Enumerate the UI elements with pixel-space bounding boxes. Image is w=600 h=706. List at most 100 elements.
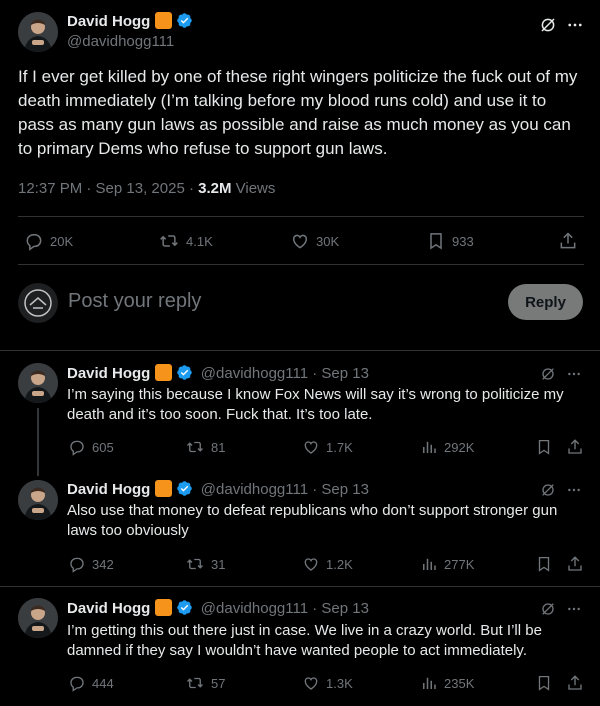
- handle-date[interactable]: @davidhogg111 · Sep 13: [201, 481, 369, 498]
- verified-icon: [177, 13, 193, 28]
- views-count: 277K: [444, 556, 475, 572]
- thread-line: [37, 408, 39, 476]
- views-label: Views: [231, 180, 276, 197]
- author-name[interactable]: David Hogg: [67, 365, 150, 382]
- badge-icon: [155, 480, 173, 497]
- bookmark-icon: [538, 556, 550, 572]
- more-icon[interactable]: [564, 364, 584, 384]
- share-icon: [568, 439, 582, 454]
- verified-icon: [177, 600, 193, 615]
- reply-button[interactable]: 444: [68, 674, 114, 692]
- reply-icon: [70, 557, 84, 573]
- grok-icon[interactable]: [537, 14, 559, 36]
- like-icon: [304, 677, 318, 690]
- reply-icon: [70, 676, 84, 692]
- share-button[interactable]: [566, 555, 584, 573]
- reply-button[interactable]: 20K: [24, 231, 73, 251]
- repost-count: 31: [211, 556, 226, 572]
- views-button[interactable]: 235K: [420, 674, 474, 692]
- share-button[interactable]: [557, 231, 579, 251]
- avatar[interactable]: [18, 12, 58, 52]
- reply-button[interactable]: 342: [68, 555, 114, 573]
- handle-date[interactable]: @davidhogg111 · Sep 13: [201, 365, 369, 382]
- reply-count: 605: [92, 439, 114, 455]
- bookmark-icon: [538, 439, 550, 455]
- repost-count: 81: [211, 439, 226, 455]
- reply-icon: [26, 234, 42, 251]
- divider: [18, 264, 584, 265]
- reply-button[interactable]: 605: [68, 438, 114, 456]
- verified-icon: [177, 481, 193, 496]
- bookmark-button[interactable]: 933: [426, 231, 474, 251]
- like-count: 1.3K: [326, 675, 353, 691]
- bookmark-button[interactable]: [535, 438, 553, 456]
- author-line: David Hogg @davidhogg111 · Sep 13: [67, 480, 369, 500]
- bookmark-button[interactable]: [535, 674, 553, 692]
- like-button[interactable]: 1.7K: [302, 438, 353, 456]
- author-line: David Hogg @davidhogg111 · Sep 13: [67, 364, 369, 384]
- like-button[interactable]: 1.3K: [302, 674, 353, 692]
- repost-button[interactable]: 57: [185, 674, 225, 692]
- tweet-timestamp[interactable]: 12:37 PM · Sep 13, 2025 ·: [18, 180, 198, 197]
- share-icon: [560, 232, 576, 249]
- reply-input[interactable]: Post your reply: [68, 290, 201, 313]
- reply-button-submit[interactable]: Reply: [508, 284, 583, 320]
- views-count: 235K: [444, 675, 475, 691]
- repost-icon: [187, 558, 203, 570]
- badge-icon: [155, 364, 173, 381]
- author-name[interactable]: David Hogg: [67, 13, 150, 30]
- badge-icon: [155, 12, 173, 29]
- divider: [18, 216, 584, 217]
- avatar[interactable]: [18, 598, 58, 638]
- repost-button[interactable]: 4.1K: [158, 231, 213, 251]
- author-handle[interactable]: @davidhogg111: [67, 33, 174, 50]
- more-icon[interactable]: [564, 14, 586, 36]
- grok-icon[interactable]: [538, 480, 558, 500]
- grok-icon[interactable]: [538, 599, 558, 619]
- views-count: 3.2M: [198, 180, 232, 197]
- repost-icon: [187, 677, 203, 689]
- repost-icon: [160, 235, 178, 247]
- bookmark-count: 933: [452, 233, 474, 249]
- author-name[interactable]: David Hogg: [67, 600, 150, 617]
- bookmark-button[interactable]: [535, 555, 553, 573]
- avatar[interactable]: [18, 363, 58, 403]
- like-icon: [292, 234, 308, 249]
- tweet-text: Also use that money to defeat republican…: [67, 502, 558, 539]
- author-name[interactable]: David Hogg: [67, 481, 150, 498]
- views-icon: [423, 677, 436, 689]
- more-icon[interactable]: [564, 480, 584, 500]
- reply-icon: [70, 440, 84, 456]
- user-avatar[interactable]: [18, 283, 58, 323]
- share-icon: [568, 675, 582, 690]
- divider: [0, 586, 600, 587]
- share-button[interactable]: [566, 438, 584, 456]
- share-button[interactable]: [566, 674, 584, 692]
- grok-icon[interactable]: [538, 364, 558, 384]
- handle-date[interactable]: @davidhogg111 · Sep 13: [201, 600, 369, 617]
- repost-button[interactable]: 81: [185, 438, 225, 456]
- reply-count: 20K: [50, 233, 74, 249]
- like-button[interactable]: 1.2K: [302, 555, 353, 573]
- bookmark-icon: [430, 233, 442, 250]
- reply-count: 342: [92, 556, 114, 572]
- repost-button[interactable]: 31: [185, 555, 225, 573]
- tweet-text: I’m saying this because I know Fox News …: [67, 386, 564, 423]
- views-count: 292K: [444, 439, 475, 455]
- views-button[interactable]: 277K: [420, 555, 474, 573]
- more-icon[interactable]: [564, 599, 584, 619]
- tweet-text: I’m getting this out there just in case.…: [67, 622, 542, 659]
- views-icon: [423, 441, 436, 453]
- avatar[interactable]: [18, 480, 58, 520]
- author-line: David Hogg @davidhogg111 · Sep 13: [67, 599, 369, 619]
- repost-count: 57: [211, 675, 226, 691]
- like-count: 30K: [316, 233, 340, 249]
- repost-count: 4.1K: [186, 233, 213, 249]
- views-button[interactable]: 292K: [420, 438, 474, 456]
- verified-icon: [177, 365, 193, 380]
- badge-icon: [155, 599, 173, 616]
- like-count: 1.7K: [326, 439, 353, 455]
- author-line: David Hogg: [67, 12, 193, 32]
- reply-count: 444: [92, 675, 114, 691]
- like-button[interactable]: 30K: [290, 231, 339, 251]
